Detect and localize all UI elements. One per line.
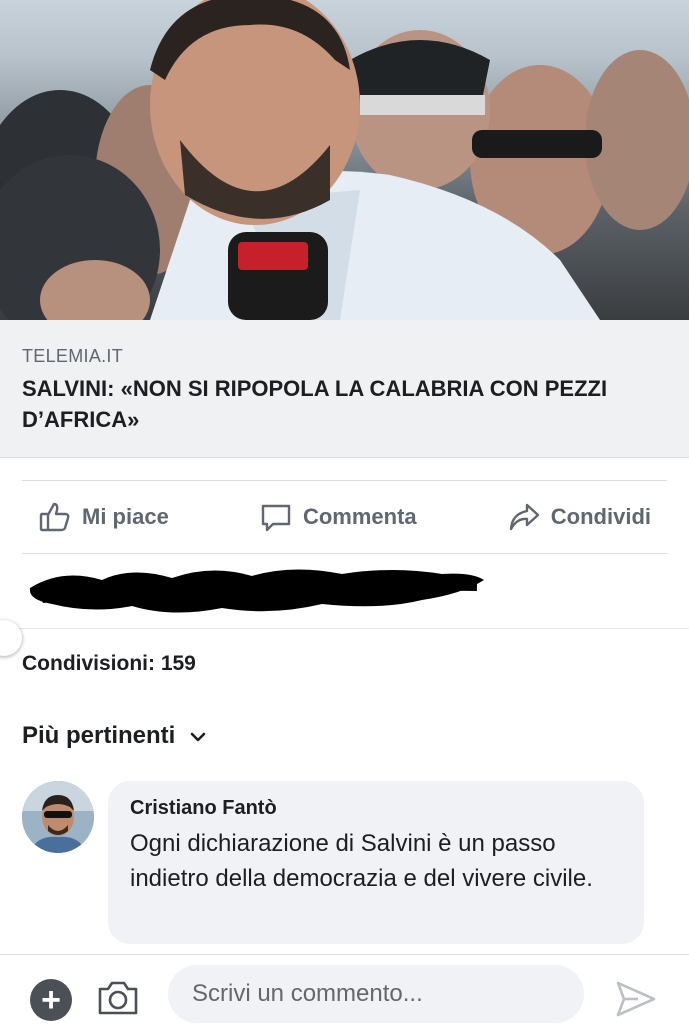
comment-sort-selector[interactable]: Più pertinenti: [22, 722, 207, 750]
share-button[interactable]: Condividi: [491, 500, 667, 534]
comment-author[interactable]: Cristiano Fantò: [130, 797, 622, 820]
like-button[interactable]: Mi piace: [22, 500, 185, 534]
comment-bubble: Cristiano Fantò Ogni dichiarazione di Sa…: [108, 781, 644, 944]
link-preview-meta[interactable]: TELEMIA.IT SALVINI: «NON SI RIPOPOLA LA …: [0, 320, 689, 458]
share-label: Condividi: [550, 504, 651, 529]
avatar[interactable]: [22, 781, 94, 853]
like-icon: [38, 500, 72, 534]
comment-label: Commenta: [302, 504, 417, 529]
chevron-down-icon: [189, 722, 207, 750]
like-label: Mi piace: [82, 504, 169, 529]
shares-count[interactable]: Condivisioni: 159: [22, 652, 196, 676]
link-preview-image[interactable]: [0, 0, 689, 320]
comment-composer: +: [0, 954, 689, 1025]
comment-text: Ogni dichiarazione di Salvini è un passo…: [130, 830, 593, 892]
plus-icon[interactable]: +: [30, 979, 72, 1021]
scroll-handle[interactable]: [0, 620, 22, 656]
post-action-bar: Mi piace Commenta Condividi: [22, 480, 667, 554]
link-title: SALVINI: «NON SI RIPOPOLA LA CALABRIA CO…: [22, 376, 608, 432]
redaction-mark: [22, 560, 492, 620]
share-icon: [507, 500, 541, 534]
sort-label: Più pertinenti: [22, 722, 176, 749]
comment-icon: [259, 500, 293, 534]
comment-button[interactable]: Commenta: [243, 500, 433, 534]
section-divider: [0, 628, 689, 629]
camera-icon[interactable]: [96, 977, 140, 1022]
link-domain: TELEMIA.IT: [22, 346, 124, 366]
send-icon[interactable]: [614, 979, 658, 1024]
comment-input[interactable]: [168, 965, 584, 1023]
